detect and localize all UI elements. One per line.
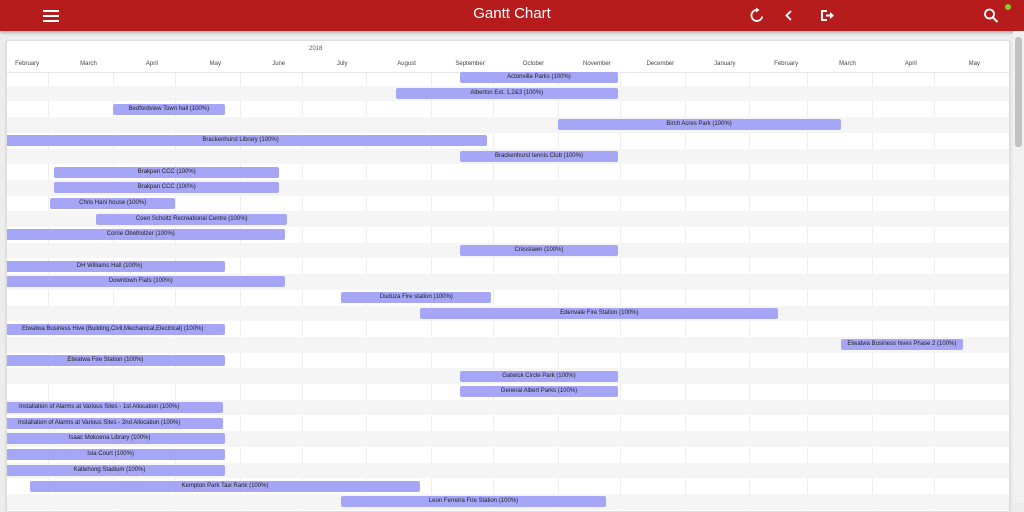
task-bar[interactable]: Etwatwa Fire Station (100%): [7, 354, 225, 366]
task-bar[interactable]: Isia Court (100%): [7, 449, 225, 461]
exit-icon[interactable]: [818, 6, 836, 25]
task-bar[interactable]: Brakpan CCC (100%): [54, 182, 280, 194]
month-label: June: [272, 61, 286, 67]
task-bar[interactable]: Isaac Mokoena Library (100%): [7, 433, 225, 445]
task-bar[interactable]: Edenvale Fire Station (100%): [420, 307, 779, 319]
month-label: March: [839, 61, 856, 67]
chevron-left-icon[interactable]: [782, 6, 796, 25]
refresh-icon[interactable]: [749, 6, 765, 25]
task-bar[interactable]: Cresslawn (100%): [459, 245, 618, 256]
year-label: 2018: [309, 46, 323, 52]
month-label: October: [522, 61, 545, 67]
task-bar[interactable]: Installation of Alarms at Various Sites …: [7, 417, 223, 429]
month-label: July: [336, 61, 348, 67]
task-bar[interactable]: Actonville Parks (100%): [459, 72, 618, 84]
gantt-row: [7, 117, 1009, 133]
month-label: January: [714, 61, 736, 67]
task-bar[interactable]: DH Williams Hall (100%): [7, 260, 225, 272]
month-label: May: [209, 61, 221, 67]
menu-icon[interactable]: [42, 6, 60, 25]
app-toolbar: Gantt Chart: [0, 0, 1024, 31]
task-bar[interactable]: Brackenhurst Library (100%): [7, 135, 487, 147]
task-bar[interactable]: Duduza Fire station (100%): [341, 292, 492, 304]
month-label: May: [968, 61, 980, 67]
task-bar[interactable]: Downtown Flats (100%): [7, 276, 286, 288]
task-bar[interactable]: Coen Scholtz Recreational Centre (100%): [96, 213, 288, 225]
month-label: February: [15, 61, 40, 67]
task-bar[interactable]: Chris Hani house (100%): [50, 197, 176, 209]
vertical-scrollbar[interactable]: [1013, 31, 1024, 503]
task-bar[interactable]: General Albert Parks (100%): [459, 386, 618, 398]
month-label: November: [583, 61, 611, 67]
month-label: December: [646, 61, 675, 67]
task-bar[interactable]: Katlehong Stadium (100%): [7, 464, 225, 476]
task-bar[interactable]: Etwatwa Business Hive (Building,Civil,Me…: [7, 323, 225, 335]
month-label: April: [145, 61, 158, 67]
month-label: April: [904, 61, 917, 67]
status-indicator: [1005, 4, 1011, 10]
month-label: August: [397, 61, 416, 67]
month-label: March: [80, 61, 97, 67]
task-bar[interactable]: Birch Acres Park (100%): [557, 119, 841, 131]
task-bar[interactable]: Etwatwa Business hives Phase 2 (100%): [840, 339, 964, 351]
scrollbar-thumb[interactable]: [1015, 37, 1022, 147]
task-bar[interactable]: Kempton Park Taxi Rank (100%): [29, 480, 421, 492]
page-title: Gantt Chart: [473, 5, 551, 22]
task-bar[interactable]: Alberton Ext. 1,2&3 (100%): [395, 88, 618, 99]
task-bar[interactable]: Bedfordview Town hall (100%): [112, 103, 225, 115]
task-bar[interactable]: Brakpan CCC (100%): [54, 166, 280, 178]
task-bar[interactable]: Corrie Obelholzer (100%): [7, 229, 286, 241]
gantt-chart: 2018 February March April May June July August…: [6, 40, 1010, 512]
gantt-row: [7, 290, 1009, 306]
task-bar[interactable]: Leon Ferreira Fire Station (100%): [341, 496, 606, 508]
task-bar[interactable]: Gatwick Circle Park (100%): [459, 370, 618, 382]
task-bar[interactable]: Brackenhurst tennis Club (100%): [459, 150, 618, 162]
task-bar[interactable]: Installation of Alarms at Various Sites …: [7, 402, 223, 413]
month-label: September: [455, 61, 485, 67]
search-icon[interactable]: [982, 6, 1000, 25]
month-label: February: [774, 61, 799, 67]
